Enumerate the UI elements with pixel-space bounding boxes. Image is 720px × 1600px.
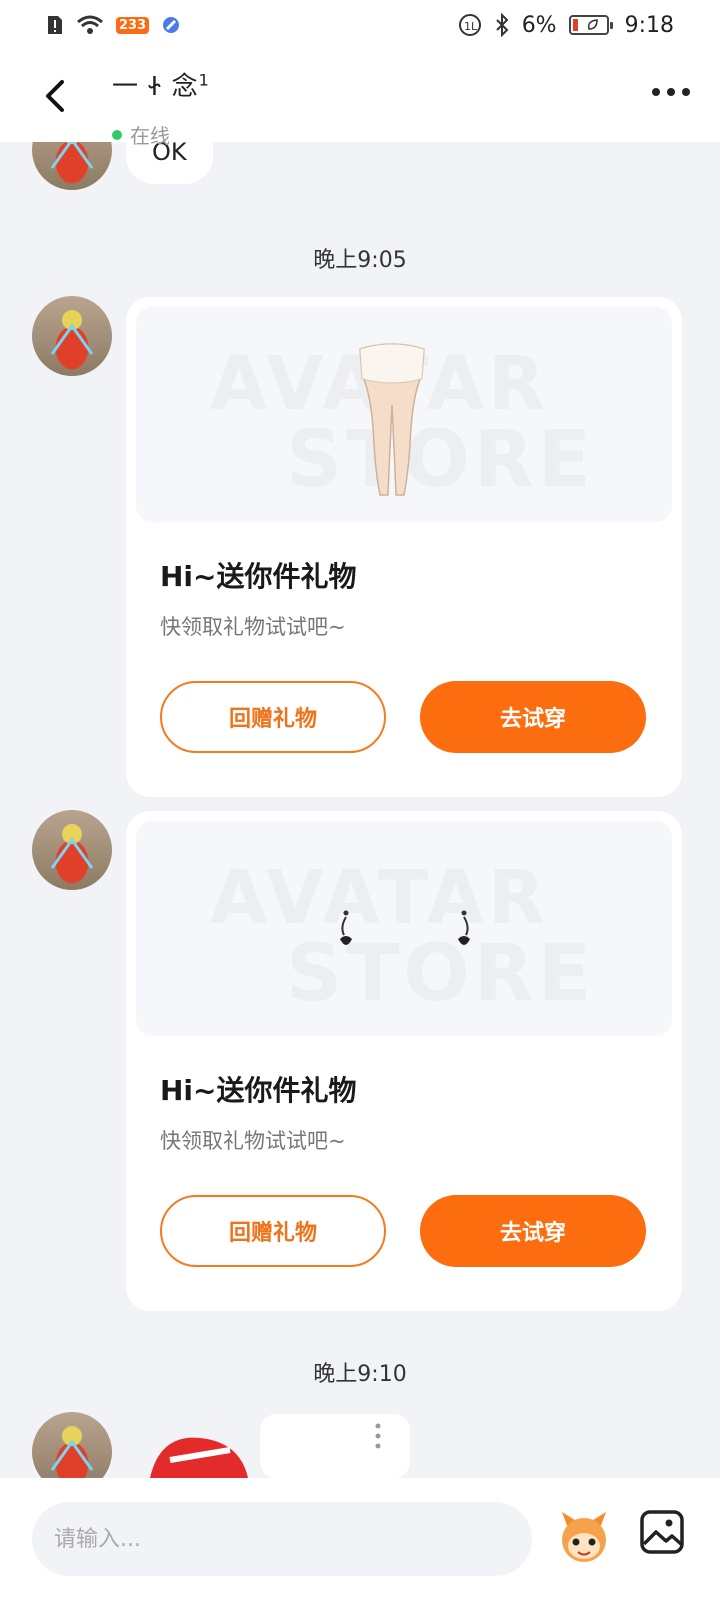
gift-card: AVATAR STORE Hi~送你件礼物 快领取礼物试试吧~ 回赠礼物 去试穿 xyxy=(126,297,682,797)
battery-icon xyxy=(568,15,613,35)
bluetooth-icon xyxy=(494,13,510,37)
sim-alert-icon xyxy=(46,14,64,36)
gift-subtitle: 快领取礼物试试吧~ xyxy=(160,615,346,639)
message-input[interactable] xyxy=(32,1502,532,1576)
contact-avatar[interactable] xyxy=(32,296,112,376)
online-status-text: 在线 xyxy=(130,124,170,148)
gift-title: Hi~送你件礼物 xyxy=(160,1074,357,1107)
contact-name[interactable]: 一 Ꮠ 念1 xyxy=(112,66,210,103)
sticker-message[interactable] xyxy=(140,1414,420,1478)
gift-title: Hi~送你件礼物 xyxy=(160,560,357,593)
image-picker-button[interactable] xyxy=(638,1508,686,1556)
contact-avatar[interactable] xyxy=(32,810,112,890)
online-status: 在线 xyxy=(112,120,170,149)
leggings-item-icon xyxy=(359,343,425,496)
emoji-button[interactable] xyxy=(554,1506,614,1566)
app-notification-icon xyxy=(161,15,181,35)
image-picker-icon xyxy=(640,1510,684,1554)
wifi-icon xyxy=(76,14,104,36)
svg-text:1L: 1L xyxy=(464,20,478,33)
status-bar: 233 1L 6% 9:18 xyxy=(0,0,720,50)
chat-header: 一 Ꮠ 念1 在线 xyxy=(0,50,720,148)
more-dot-icon xyxy=(667,88,675,96)
message-timestamp: 晚上9:05 xyxy=(313,248,407,273)
gift-item-image[interactable]: AVATAR STORE xyxy=(136,821,672,1036)
data-saver-icon: 1L xyxy=(458,13,482,37)
message-timestamp: 晚上9:10 xyxy=(313,1362,407,1387)
app-notification-badge: 233 xyxy=(116,16,150,34)
online-dot-icon xyxy=(112,129,122,140)
contact-name-suffix: 1 xyxy=(198,70,210,90)
chat-area: OK 晚上9:05 AVATAR STORE Hi~送你件礼物 快领取礼物试试吧… xyxy=(0,0,720,1600)
avatar-image xyxy=(50,837,94,869)
more-dot-icon xyxy=(682,88,690,96)
return-gift-button[interactable]: 回赠礼物 xyxy=(160,681,386,753)
more-dot-icon xyxy=(652,88,660,96)
battery-percent: 6% xyxy=(521,12,557,38)
back-button[interactable] xyxy=(38,76,72,116)
gift-subtitle: 快领取礼物试试吧~ xyxy=(160,1129,346,1153)
try-on-button[interactable]: 去试穿 xyxy=(420,681,646,753)
gift-item-image[interactable]: AVATAR STORE xyxy=(136,307,672,522)
sticker-image xyxy=(150,1414,410,1478)
gift-card: AVATAR STORE Hi~送你件礼物 快领取礼物试试吧~ 回赠礼物 去试穿 xyxy=(126,811,682,1311)
try-on-button[interactable]: 去试穿 xyxy=(420,1195,646,1267)
more-options-button[interactable] xyxy=(652,88,690,96)
clock: 9:18 xyxy=(624,12,674,38)
input-bar xyxy=(0,1478,720,1600)
mascot-emoji-icon xyxy=(562,1512,606,1562)
avatar-image xyxy=(50,323,94,355)
earrings-item-icon xyxy=(340,910,470,945)
contact-name-text: 一 Ꮠ 念 xyxy=(112,72,199,102)
return-gift-button[interactable]: 回赠礼物 xyxy=(160,1195,386,1267)
store-watermark: STORE xyxy=(286,415,596,505)
chevron-left-icon xyxy=(46,80,64,112)
